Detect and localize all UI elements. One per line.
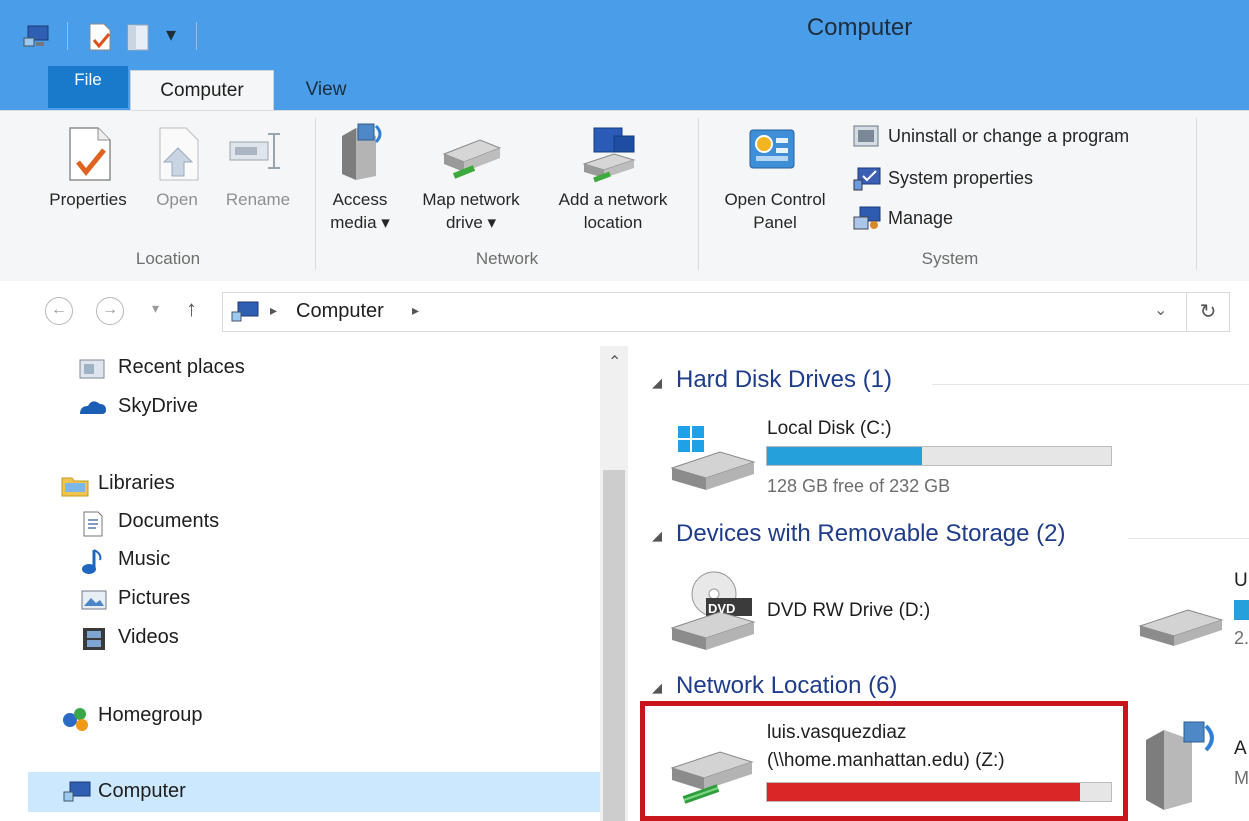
nav-item-homegroup[interactable]: Homegroup — [98, 704, 203, 727]
properties-icon — [69, 127, 111, 181]
breadcrumb-separator[interactable]: ▸ — [412, 302, 419, 319]
nav-item-videos[interactable]: Videos — [118, 626, 179, 649]
local-disk-usage-bar — [766, 446, 1112, 466]
highlight-annotation-box — [640, 701, 1128, 821]
scrollbar-thumb[interactable] — [603, 470, 625, 821]
open-button[interactable]: Open — [146, 188, 208, 211]
group-label-system: System — [921, 249, 979, 268]
tab-computer[interactable]: Computer — [130, 70, 274, 111]
computer-icon — [63, 781, 91, 802]
refresh-button[interactable]: ↻ — [1186, 292, 1230, 332]
scroll-up-arrow-icon[interactable]: ⌃ — [608, 352, 621, 372]
up-button[interactable]: ↑ — [186, 296, 197, 322]
add-network-location-icon — [582, 127, 636, 183]
usb-drive-free: 2. — [1234, 628, 1249, 648]
group-label-network: Network — [475, 249, 539, 268]
system-properties-icon — [853, 167, 881, 191]
control-panel-label-2: Panel — [753, 213, 797, 232]
add-network-location-button[interactable]: Add a network location — [540, 188, 686, 234]
homegroup-icon — [63, 708, 88, 731]
recent-places-icon — [79, 359, 105, 379]
divider — [698, 118, 699, 270]
pictures-icon — [81, 590, 107, 610]
libraries-icon — [61, 477, 89, 497]
uninstall-program-button[interactable]: Uninstall or change a program — [888, 126, 1129, 147]
local-disk-free-space: 128 GB free of 232 GB — [767, 476, 951, 496]
access-media-label-1: Access — [332, 190, 388, 209]
local-disk-name[interactable]: Local Disk (C:) — [767, 418, 892, 440]
collapse-triangle-icon[interactable]: ◢ — [652, 375, 662, 391]
nav-item-documents[interactable]: Documents — [118, 510, 219, 533]
usb-drive-icon — [1138, 609, 1224, 646]
manage-icon — [853, 206, 881, 230]
dvd-logo-label: DVD — [708, 601, 736, 616]
divider — [315, 118, 316, 270]
access-media-label-2: media ▾ — [330, 213, 390, 232]
divider — [1196, 118, 1197, 270]
usb-usage-fill — [1234, 600, 1249, 620]
divider — [932, 384, 1249, 385]
add-location-label-2: location — [583, 213, 643, 232]
back-button[interactable]: ← — [45, 297, 73, 325]
nav-item-music[interactable]: Music — [118, 548, 170, 571]
map-drive-label-1: Map network — [422, 190, 520, 209]
forward-arrow-icon: → — [102, 301, 118, 318]
refresh-icon: ↻ — [1199, 301, 1217, 323]
local-disk-usage-fill — [767, 447, 922, 465]
nav-item-computer[interactable]: Computer — [98, 780, 186, 803]
skydrive-icon — [80, 401, 106, 414]
tab-view[interactable]: View — [286, 70, 366, 110]
media-server-icon — [1146, 721, 1214, 810]
media-item-sub: M — [1234, 768, 1249, 788]
group-header-network[interactable]: Network Location (6) — [676, 672, 897, 700]
recent-locations-button[interactable]: ▾ — [152, 300, 159, 317]
nav-item-recent-places[interactable]: Recent places — [118, 356, 245, 379]
videos-icon — [83, 628, 105, 650]
forward-button[interactable]: → — [96, 297, 124, 325]
nav-item-pictures[interactable]: Pictures — [118, 587, 190, 610]
manage-button[interactable]: Manage — [888, 208, 953, 229]
map-network-drive-button[interactable]: Map network drive ▾ — [404, 188, 538, 234]
nav-item-skydrive[interactable]: SkyDrive — [118, 395, 198, 418]
breadcrumb-computer[interactable]: Computer — [296, 300, 384, 323]
group-header-removable[interactable]: Devices with Removable Storage (2) — [676, 520, 1066, 548]
tab-file[interactable]: File — [48, 66, 128, 108]
nav-item-libraries[interactable]: Libraries — [98, 472, 175, 495]
control-panel-icon — [749, 129, 795, 169]
usb-drive-name[interactable]: U — [1234, 570, 1248, 592]
media-server-icon — [342, 123, 382, 180]
rename-button[interactable]: Rename — [218, 188, 298, 211]
add-location-label-1: Add a network — [558, 190, 668, 209]
back-arrow-icon: ← — [51, 301, 67, 318]
access-media-button[interactable]: Access media ▾ — [322, 188, 398, 234]
collapse-triangle-icon[interactable]: ◢ — [652, 680, 662, 696]
music-icon — [82, 549, 102, 574]
open-control-panel-button[interactable]: Open Control Panel — [706, 188, 844, 234]
dvd-drive-name[interactable]: DVD RW Drive (D:) — [767, 600, 930, 622]
map-network-drive-icon — [442, 139, 502, 179]
address-dropdown-icon[interactable]: ⌄ — [1154, 300, 1167, 320]
open-icon — [159, 127, 199, 181]
media-item-name[interactable]: A — [1234, 738, 1247, 760]
local-disk-icon — [670, 426, 756, 490]
collapse-triangle-icon[interactable]: ◢ — [652, 528, 662, 544]
rename-icon — [229, 133, 280, 169]
uninstall-program-icon — [853, 125, 879, 147]
computer-icon — [231, 301, 259, 322]
group-label-location: Location — [135, 249, 201, 268]
window-title: Computer — [806, 14, 913, 41]
properties-button[interactable]: Properties — [38, 188, 138, 211]
map-drive-label-2: drive ▾ — [445, 213, 497, 232]
control-panel-label-1: Open Control — [724, 190, 826, 209]
group-header-hard-disk[interactable]: Hard Disk Drives (1) — [676, 366, 892, 394]
breadcrumb-separator[interactable]: ▸ — [270, 302, 277, 319]
documents-icon — [83, 511, 103, 537]
divider — [1128, 538, 1249, 539]
system-properties-button[interactable]: System properties — [888, 168, 1033, 189]
